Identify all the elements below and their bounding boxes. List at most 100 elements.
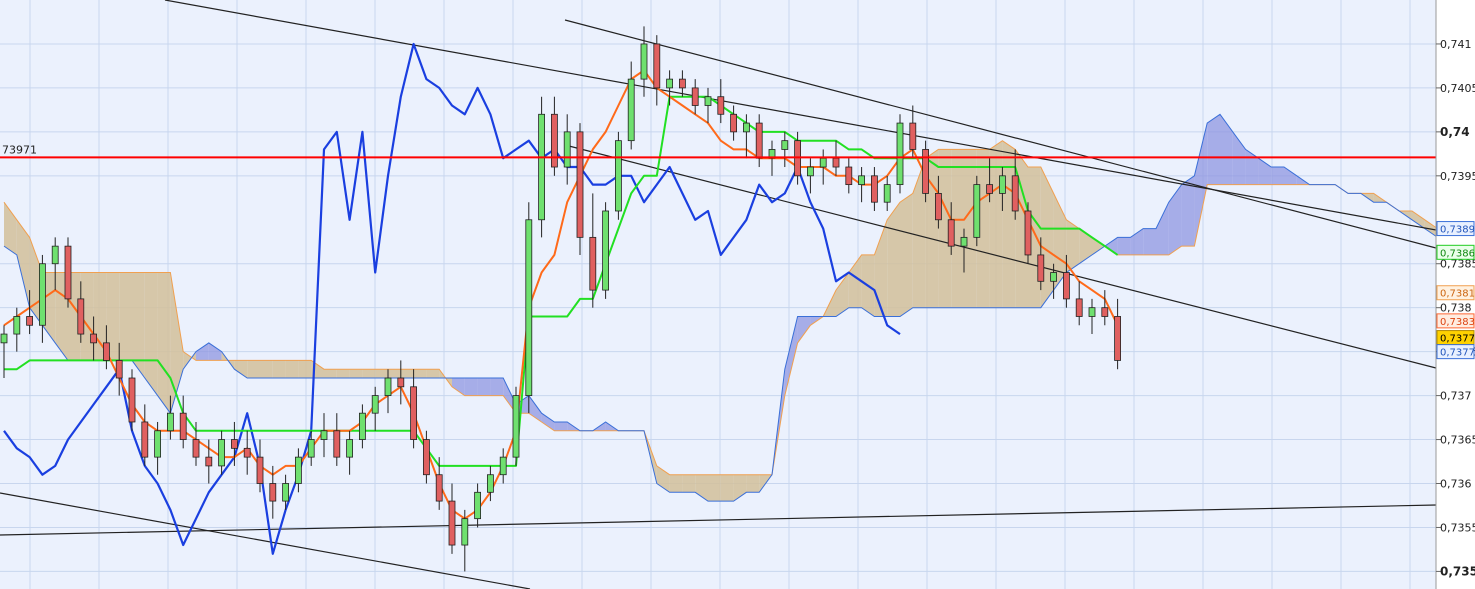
chart-root: 73971 0,741 0,7405 0,74 0,7395 0,7385 0,738 0,… [0, 0, 1475, 589]
y-tick-label: 0,741 [1440, 38, 1472, 51]
cloud-segment [413, 369, 427, 379]
candle-down [179, 412, 187, 440]
cloud-segment [477, 378, 491, 396]
candle-down [679, 78, 686, 89]
price-tag-label: 0,7377 [1440, 334, 1475, 345]
cloud-segment [247, 360, 260, 379]
candle-up [781, 140, 789, 150]
candle-down [103, 342, 110, 361]
candle-up [525, 219, 533, 396]
y-tick-label: 0,7395 [1440, 170, 1475, 183]
cloud-segment [426, 369, 440, 379]
cloud-segment [746, 474, 760, 493]
candle-up [39, 263, 46, 326]
level-label: 73971 [2, 143, 37, 156]
candle-up [13, 316, 21, 335]
candle-down [115, 360, 123, 379]
candle-down [26, 316, 34, 326]
candle-down [922, 149, 929, 194]
price-tag-label: 0,7386 [1440, 248, 1475, 259]
candle-down [243, 447, 251, 458]
candle-down [909, 122, 917, 150]
candle-down [551, 113, 558, 168]
candle-up [371, 395, 379, 414]
candle-up [743, 122, 750, 133]
candle-up [461, 518, 469, 546]
cloud-segment [1143, 228, 1156, 255]
y-tick-label: 0,737 [1440, 390, 1472, 403]
candle-up [807, 166, 814, 177]
candle-up [294, 456, 302, 484]
candle-down [845, 166, 853, 186]
cloud-segment [144, 272, 158, 396]
cloud-segment [900, 193, 913, 317]
candle-up [474, 491, 482, 520]
candle-down [935, 193, 942, 221]
candle-down [422, 439, 430, 476]
price-tag-label: 0,7377 [1440, 348, 1475, 359]
cloud-segment [260, 360, 273, 379]
price-tag-label: 0,7381 [1440, 289, 1475, 300]
candle-down [653, 43, 661, 89]
price-tag-label: 0,7389 [1440, 225, 1475, 236]
candle-down [691, 87, 699, 106]
candle-down [871, 175, 878, 203]
y-tick-label: 0,7405 [1440, 82, 1475, 95]
candle-up [973, 184, 981, 238]
candle-up [858, 175, 865, 186]
y-tick-label: 0,736 [1440, 478, 1472, 491]
candle-down [1037, 254, 1045, 282]
candle-down [730, 113, 737, 133]
y-tick-label: 0,7365 [1440, 434, 1475, 447]
candle-up [627, 78, 635, 142]
candle-down [397, 377, 405, 388]
candle-up [640, 43, 648, 80]
candle-down [947, 219, 955, 247]
y-tick-label: 0,738 [1440, 302, 1472, 315]
candle-up [154, 430, 162, 458]
candle-down [986, 184, 993, 194]
candle-up [538, 113, 545, 221]
price-tag-label: 0,7383 [1440, 317, 1475, 328]
candle-down [832, 157, 840, 168]
candle-down [576, 131, 584, 238]
cloud-segment [708, 474, 721, 502]
ichimoku-chart: 73971 0,7410,74050,740,73950,73850,7380,… [0, 0, 1475, 589]
cloud-segment [400, 369, 414, 379]
cloud-segment [324, 369, 337, 379]
cloud-segment [119, 272, 132, 361]
candle-up [499, 456, 507, 476]
candle-up [218, 439, 226, 467]
cloud-segment [336, 369, 350, 379]
candle-up [602, 210, 609, 291]
candle-up [615, 140, 622, 212]
cloud-segment [349, 369, 363, 379]
candle-down [717, 96, 725, 115]
candle-down [589, 236, 597, 291]
y-tick-label: 0,735 [1440, 564, 1475, 578]
candle-down [269, 483, 277, 502]
candle-down [192, 439, 200, 458]
candle-up [346, 439, 354, 458]
cloud-segment [1207, 114, 1220, 185]
candle-up [512, 395, 520, 458]
candle-up [1088, 307, 1096, 317]
cloud-segment [285, 360, 299, 379]
cloud-segment [989, 140, 1003, 308]
cloud-segment [157, 272, 171, 414]
cloud-segment [362, 369, 376, 379]
cloud-segment [490, 378, 504, 396]
candle-up [384, 377, 392, 396]
candle-up [486, 474, 494, 493]
candle-down [410, 386, 418, 440]
cloud-segment [669, 474, 683, 493]
candle-up [666, 78, 673, 89]
candle-up [51, 245, 59, 265]
candle-down [755, 122, 763, 159]
cloud-segment [1002, 140, 1016, 308]
candle-up [0, 333, 8, 344]
cloud-segment [1117, 237, 1131, 255]
candle-down [90, 333, 97, 344]
candle-down [448, 500, 456, 546]
candle-down [1101, 307, 1109, 317]
